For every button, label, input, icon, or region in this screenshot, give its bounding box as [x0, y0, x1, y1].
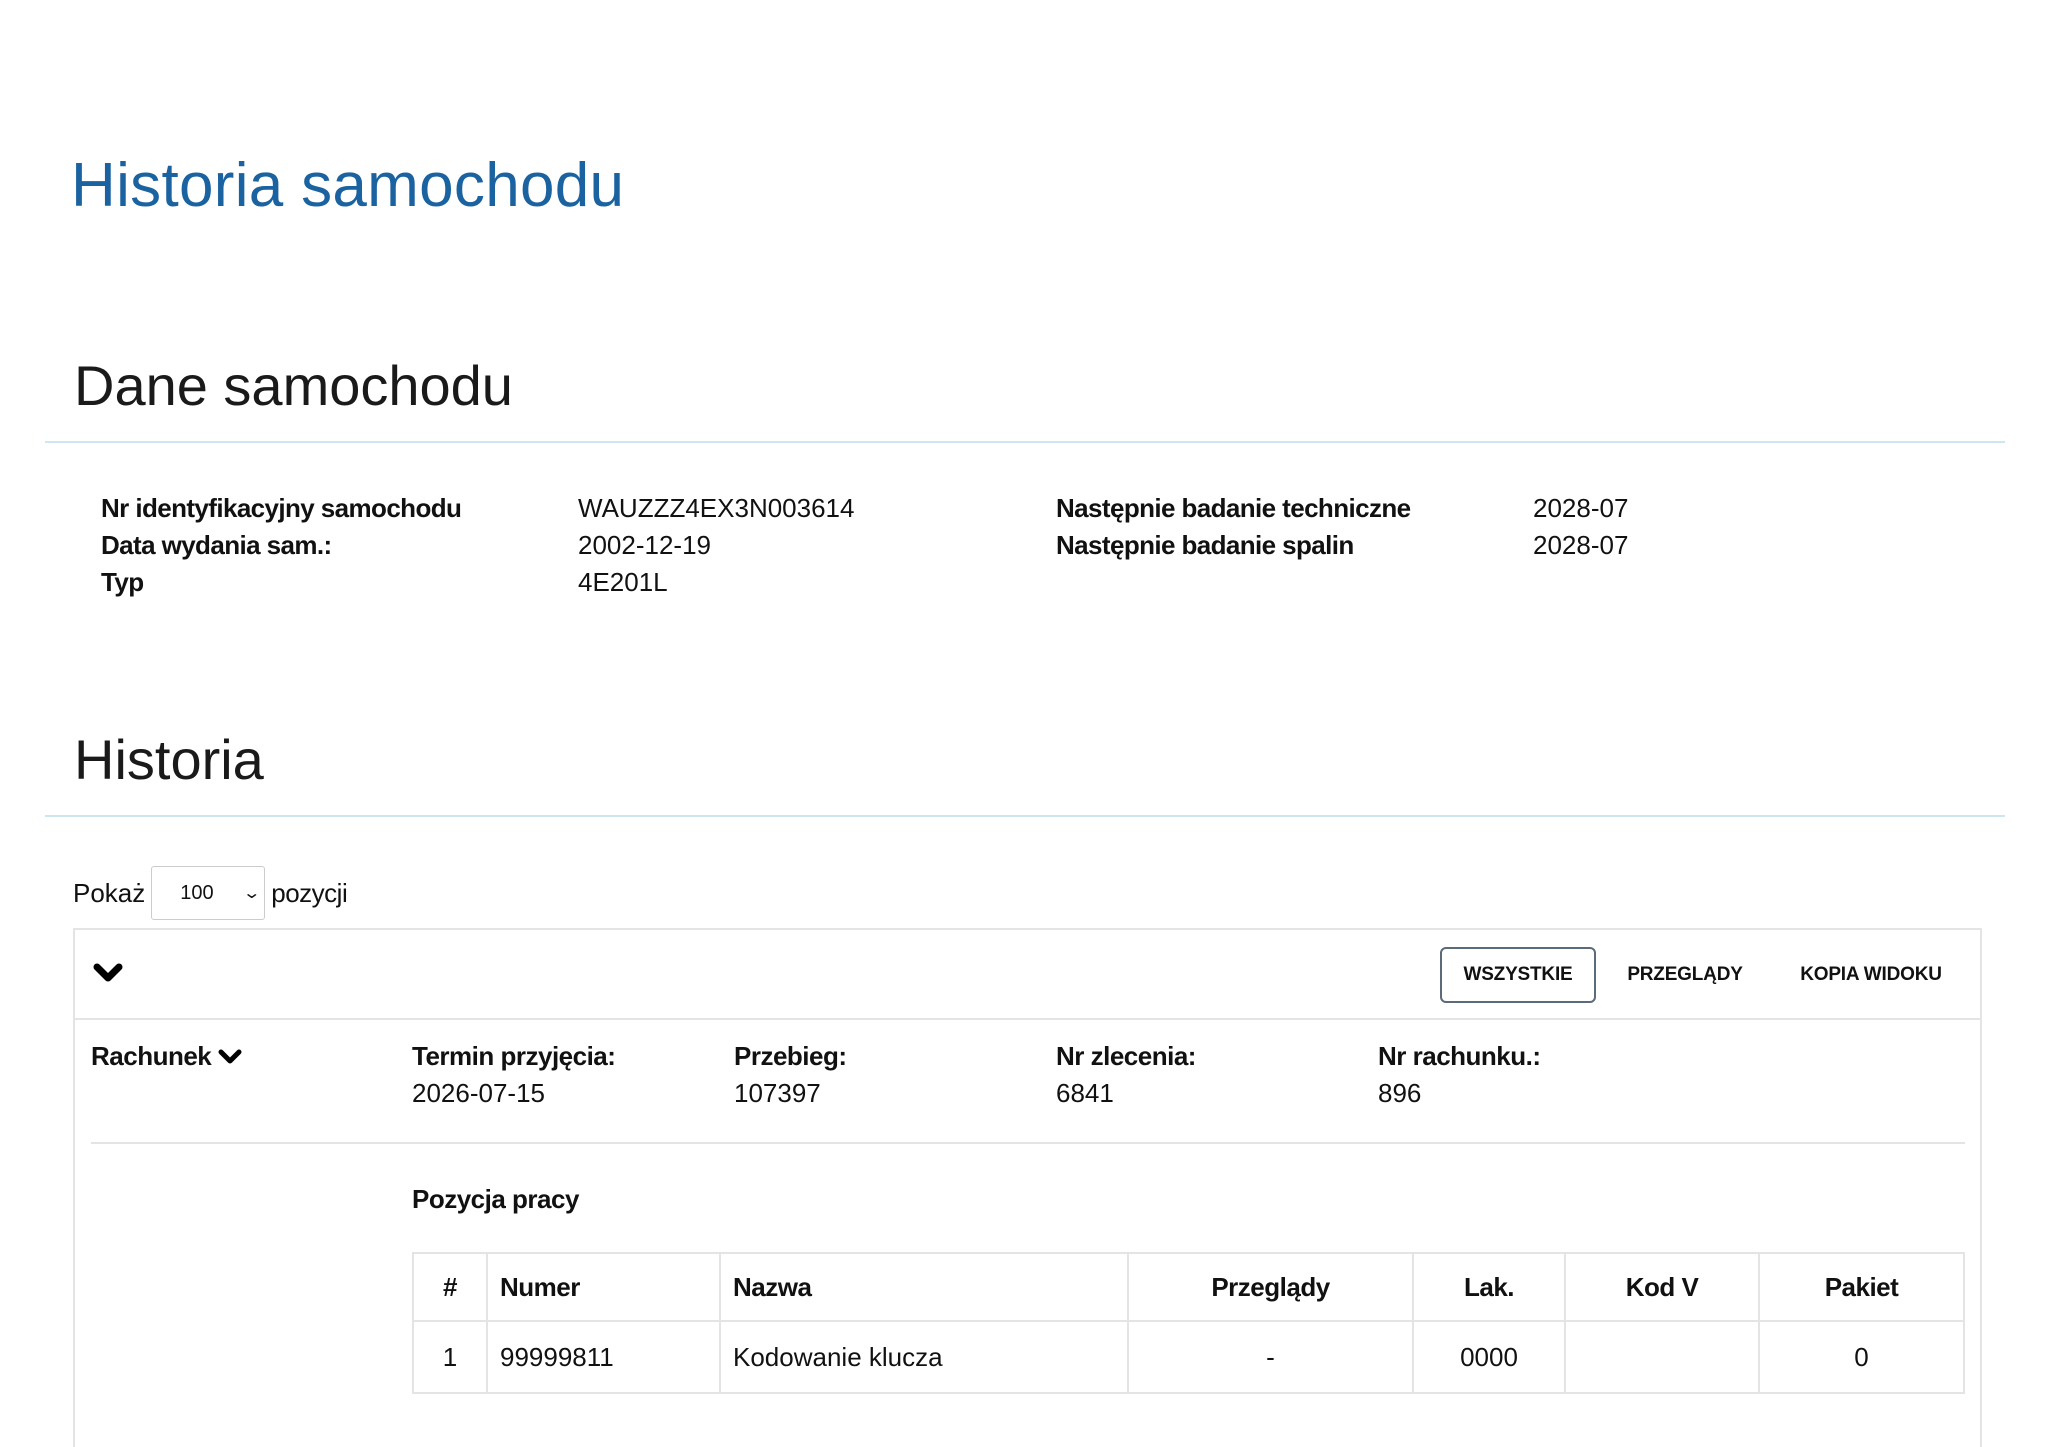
page-size-select[interactable]: 100 ⌄ [151, 866, 266, 920]
tech-inspection-row: Następnie badanie techniczne 2028-07 [1056, 490, 1628, 527]
history-panel: WSZYSTKIE PRZEGLĄDY KOPIA WIDOKU Rachune… [73, 928, 1982, 1447]
bill-field-received: Termin przyjęcia: 2026-07-15 [412, 1038, 616, 1112]
tech-inspection-value: 2028-07 [1533, 493, 1629, 523]
table-cell: 0000 [1412, 1320, 1566, 1394]
emission-inspection-row: Następnie badanie spalin 2028-07 [1056, 527, 1628, 564]
invoice-label: Nr rachunku.: [1378, 1041, 1541, 1071]
table-cell: 1 [412, 1320, 488, 1394]
page: Historia samochodu Dane samochodu Nr ide… [0, 0, 2048, 1447]
order-value: 6841 [1056, 1078, 1114, 1108]
order-label: Nr zlecenia: [1056, 1041, 1196, 1071]
invoice-value: 896 [1378, 1078, 1422, 1108]
table-cell [1564, 1320, 1760, 1394]
vin-row: Nr identyfikacyjny samochodu WAUZZZ4EX3N… [101, 490, 854, 527]
car-info-right: Następnie badanie techniczne 2028-07 Nas… [1056, 490, 1628, 564]
vin-label: Nr identyfikacyjny samochodu [101, 493, 462, 523]
table-cell: 0 [1758, 1320, 1965, 1394]
type-label: Typ [101, 567, 144, 597]
work-items-title: Pozycja pracy [412, 1184, 579, 1214]
table-header-row: # Numer Nazwa Przeglądy Lak. Kod V Pakie… [412, 1252, 1965, 1322]
page-size-value: 100 [180, 881, 214, 904]
table-cell: 99999811 [486, 1320, 721, 1394]
issue-date-value: 2002-12-19 [578, 530, 711, 560]
history-toolbar: WSZYSTKIE PRZEGLĄDY KOPIA WIDOKU [75, 930, 1980, 1020]
history-divider [45, 815, 2005, 817]
bill-divider [91, 1142, 1965, 1144]
chevron-down-icon: ⌄ [242, 885, 261, 902]
bill-field-invoice: Nr rachunku.: 896 [1378, 1038, 1541, 1112]
filter-reviews-button[interactable]: PRZEGLĄDY [1605, 947, 1765, 1003]
mileage-value: 107397 [734, 1078, 821, 1108]
table-cell: - [1127, 1320, 1414, 1394]
bill-field-order: Nr zlecenia: 6841 [1056, 1038, 1196, 1112]
emission-inspection-label: Następnie badanie spalin [1056, 530, 1354, 560]
bill-field-mileage: Przebieg: 107397 [734, 1038, 847, 1112]
car-data-divider [45, 441, 2005, 443]
issue-date-row: Data wydania sam.: 2002-12-19 [101, 527, 854, 564]
bill-title: Rachunek [91, 1041, 212, 1071]
received-label: Termin przyjęcia: [412, 1041, 616, 1071]
vin-value: WAUZZZ4EX3N003614 [578, 493, 855, 523]
emission-inspection-value: 2028-07 [1533, 530, 1629, 560]
bill-toggle[interactable]: Rachunek [91, 1038, 243, 1075]
column-header: Kod V [1564, 1252, 1760, 1322]
issue-date-label: Data wydania sam.: [101, 530, 332, 560]
page-size-control: Pokaż 100 ⌄ pozycji [73, 866, 348, 920]
collapse-chevron-icon[interactable] [91, 956, 125, 990]
show-suffix: pozycji [271, 877, 348, 908]
history-heading: Historia [74, 728, 264, 791]
mileage-label: Przebieg: [734, 1041, 847, 1071]
tech-inspection-label: Następnie badanie techniczne [1056, 493, 1411, 523]
filter-all-button[interactable]: WSZYSTKIE [1440, 947, 1596, 1003]
bill-header: Rachunek [91, 1038, 243, 1075]
work-items-table: # Numer Nazwa Przeglądy Lak. Kod V Pakie… [412, 1252, 1965, 1394]
received-value: 2026-07-15 [412, 1078, 545, 1108]
type-row: Typ 4E201L [101, 564, 854, 601]
column-header: Pakiet [1758, 1252, 1965, 1322]
copy-view-button[interactable]: KOPIA WIDOKU [1775, 947, 1967, 1003]
column-header: Nazwa [719, 1252, 1129, 1322]
type-value: 4E201L [578, 567, 668, 597]
column-header: # [412, 1252, 488, 1322]
car-info-left: Nr identyfikacyjny samochodu WAUZZZ4EX3N… [101, 490, 854, 601]
column-header: Numer [486, 1252, 721, 1322]
car-data-heading: Dane samochodu [74, 354, 513, 417]
chevron-down-icon [218, 1049, 242, 1063]
show-prefix: Pokaż [73, 877, 146, 908]
column-header: Lak. [1412, 1252, 1566, 1322]
table-cell: Kodowanie klucza [719, 1320, 1129, 1394]
table-row: 1 99999811 Kodowanie klucza - 0000 0 [412, 1320, 1965, 1394]
page-title: Historia samochodu [71, 151, 625, 220]
column-header: Przeglądy [1127, 1252, 1414, 1322]
